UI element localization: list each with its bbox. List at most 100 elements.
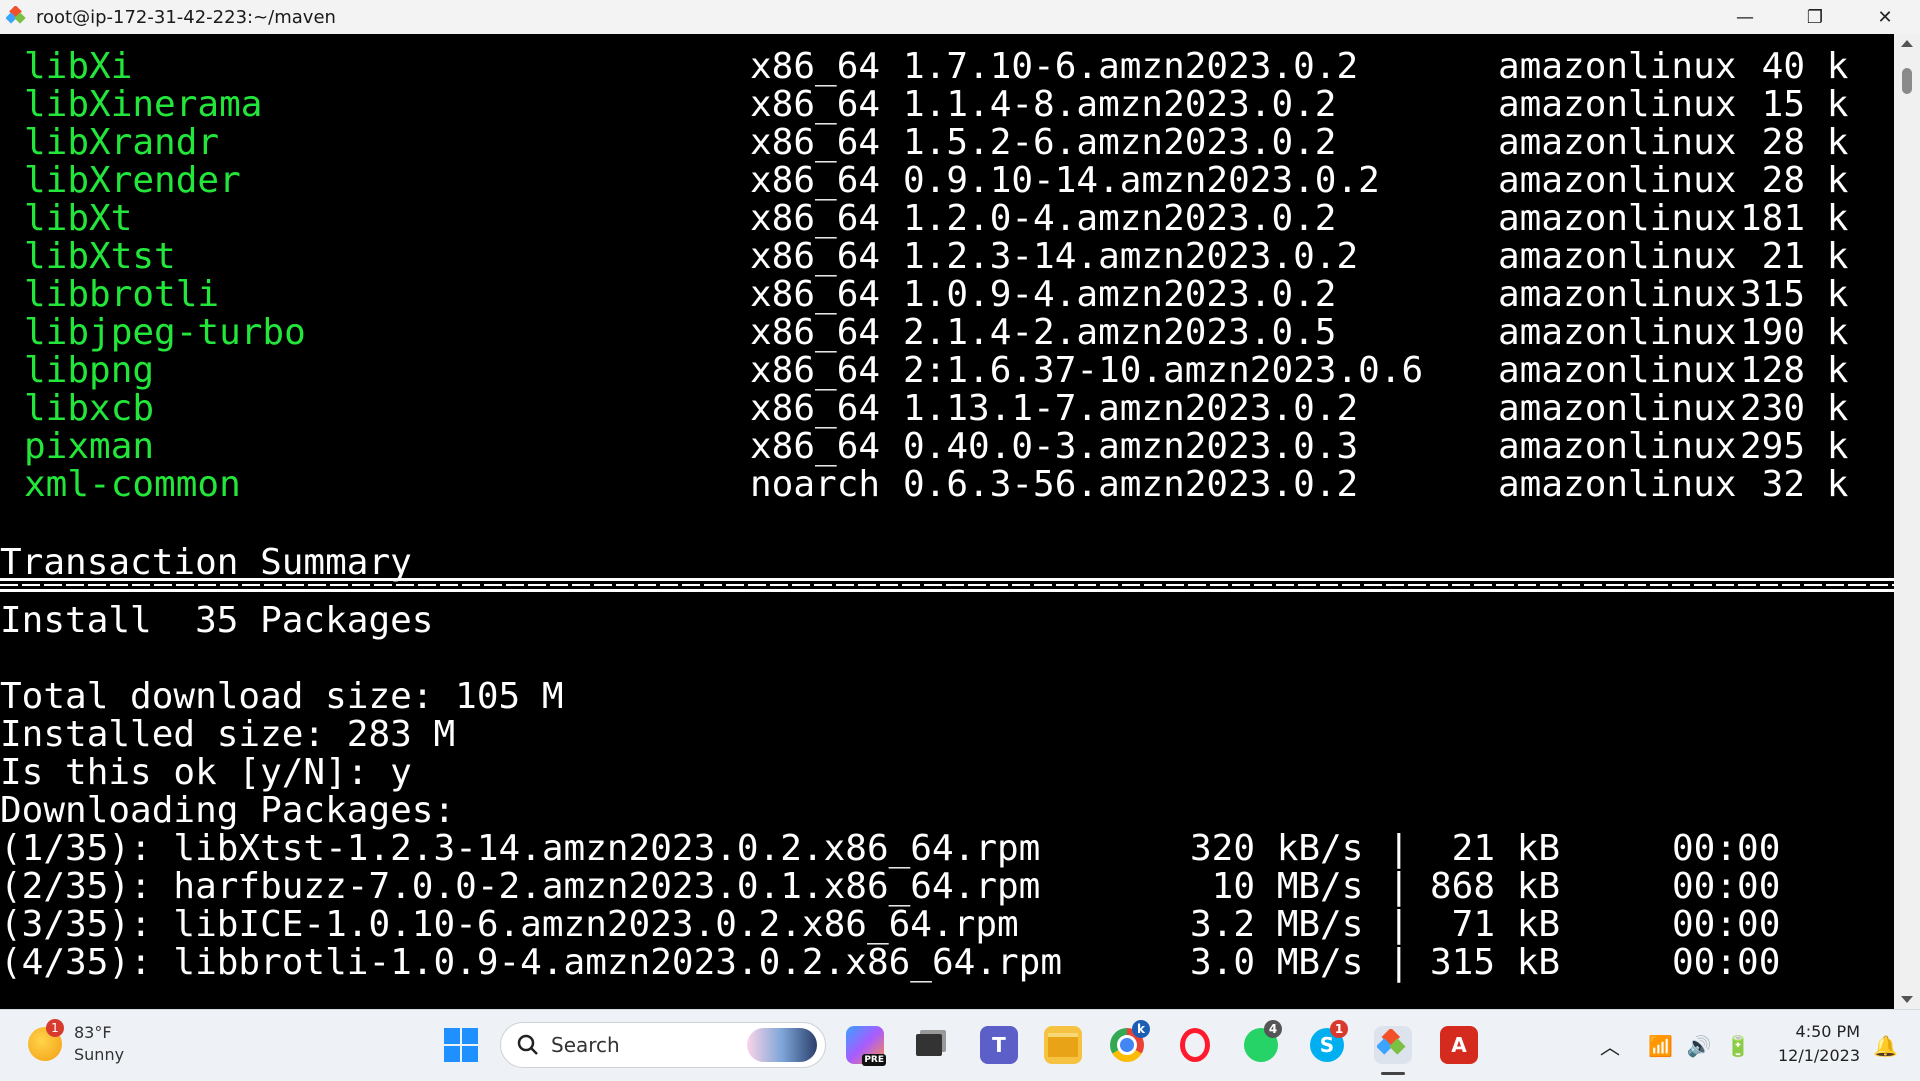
download-divider: |: [1388, 904, 1410, 945]
package-repo: amazonlinux: [1498, 198, 1737, 239]
download-time: 00:00: [1672, 904, 1781, 945]
title-bar: root@ip-172-31-42-223:~/maven — ❐ ✕: [0, 0, 1920, 34]
package-arch: x86_64: [750, 388, 881, 429]
package-name: xml-common: [24, 464, 241, 505]
package-arch: x86_64: [750, 236, 881, 277]
git-bash-taskbar-icon[interactable]: [1374, 1026, 1412, 1064]
package-version: 0.6.3-56.amzn2023.0.2: [903, 464, 1359, 505]
download-size: 868 kB: [1430, 866, 1561, 907]
volume-icon[interactable]: 🔊: [1687, 1034, 1712, 1058]
window-title: root@ip-172-31-42-223:~/maven: [36, 6, 336, 28]
teams-icon[interactable]: T: [980, 1026, 1018, 1064]
task-view-icon[interactable]: [910, 1026, 948, 1064]
restore-button[interactable]: ❐: [1780, 0, 1850, 34]
package-version: 0.9.10-14.amzn2023.0.2: [903, 160, 1380, 201]
package-repo: amazonlinux: [1498, 46, 1737, 87]
copilot-icon[interactable]: PRE: [846, 1026, 886, 1066]
package-repo: amazonlinux: [1498, 274, 1737, 315]
package-version: 0.40.0-3.amzn2023.0.3: [903, 426, 1359, 467]
package-name: libxcb: [24, 388, 155, 429]
package-row: libpng x86_64 2:1.6.37-10.amzn2023.0.6 amaz…: [0, 352, 1894, 390]
package-version: 1.0.9-4.amzn2023.0.2: [903, 274, 1337, 315]
skype-icon[interactable]: S 1: [1308, 1020, 1348, 1064]
total-download-line: Total download size: 105 M: [0, 676, 564, 717]
package-name: libXtst: [24, 236, 176, 277]
package-arch: x86_64: [750, 312, 881, 353]
package-row: libXrandr x86_64 1.5.2-6.amzn2023.0.2 amazo…: [0, 124, 1894, 162]
package-repo: amazonlinux: [1498, 236, 1737, 277]
package-row: libXt x86_64 1.2.0-4.amzn2023.0.2 amazonlin…: [0, 200, 1894, 238]
package-name: libXi: [24, 46, 133, 87]
package-size: 40 k: [1740, 46, 1849, 87]
download-file: (4/35): libbrotli-1.0.9-4.amzn2023.0.2.x…: [0, 942, 1063, 983]
opera-icon[interactable]: [1176, 1026, 1214, 1064]
package-repo: amazonlinux: [1498, 312, 1737, 353]
minimize-button[interactable]: —: [1710, 0, 1780, 34]
package-name: libXinerama: [24, 84, 263, 125]
package-arch: x86_64: [750, 84, 881, 125]
terminal-output[interactable]: libXi x86_64 1.7.10-6.amzn2023.0.2 amazonli…: [0, 34, 1894, 1009]
downloading-line: Downloading Packages:: [0, 790, 456, 831]
separator-line: [0, 578, 1894, 592]
package-repo: amazonlinux: [1498, 426, 1737, 467]
scroll-thumb[interactable]: [1902, 68, 1912, 94]
package-name: libXt: [24, 198, 133, 239]
close-button[interactable]: ✕: [1850, 0, 1920, 34]
wifi-icon[interactable]: 📶: [1648, 1034, 1673, 1058]
windows-start-icon[interactable]: [442, 1026, 480, 1064]
package-row: libXtst x86_64 1.2.3-14.amzn2023.0.2 amazon…: [0, 238, 1894, 276]
notification-bell-icon[interactable]: 🔔: [1873, 1034, 1898, 1058]
clock-time: 4:50 PM: [1795, 1022, 1860, 1041]
package-row: libXinerama x86_64 1.1.4-8.amzn2023.0.2 ama…: [0, 86, 1894, 124]
download-size: 71 kB: [1430, 904, 1561, 945]
package-repo: amazonlinux: [1498, 84, 1737, 125]
download-file: (1/35): libXtst-1.2.3-14.amzn2023.0.2.x8…: [0, 828, 1041, 869]
package-size: 15 k: [1740, 84, 1849, 125]
installed-size-line: Installed size: 283 M: [0, 714, 456, 755]
scroll-down-arrow-icon[interactable]: [1901, 996, 1913, 1003]
package-name: libbrotli: [24, 274, 220, 315]
download-row: (4/35): libbrotli-1.0.9-4.amzn2023.0.2.x…: [0, 944, 1894, 982]
scroll-up-arrow-icon[interactable]: [1901, 40, 1913, 47]
download-size: 315 kB: [1430, 942, 1561, 983]
package-size: 128 k: [1740, 350, 1849, 391]
weather-temp: 83°F: [74, 1023, 112, 1042]
package-size: 28 k: [1740, 160, 1849, 201]
skype-badge: 1: [1330, 1020, 1348, 1038]
terminal-scrollbar[interactable]: [1894, 34, 1920, 1009]
taskbar: 1 83°F Sunny Search PRE T k 4 S 1 A ︿ 📶 …: [0, 1009, 1920, 1081]
search-placeholder: Search: [551, 1033, 620, 1057]
package-size: 295 k: [1740, 426, 1849, 467]
weather-widget[interactable]: 1 83°F Sunny: [28, 1019, 125, 1066]
download-rate: 3.2 MB/s: [1190, 904, 1364, 945]
download-divider: |: [1388, 942, 1410, 983]
weather-condition: Sunny: [74, 1045, 125, 1064]
package-repo: amazonlinux: [1498, 122, 1737, 163]
chrome-icon[interactable]: k: [1108, 1020, 1150, 1064]
package-row: pixman x86_64 0.40.0-3.amzn2023.0.3 amazonl…: [0, 428, 1894, 466]
package-arch: x86_64: [750, 46, 881, 87]
whatsapp-icon[interactable]: 4: [1242, 1020, 1282, 1064]
download-time: 00:00: [1672, 828, 1781, 869]
chevron-up-icon[interactable]: ︿: [1600, 1031, 1620, 1060]
sun-icon: 1: [28, 1019, 64, 1061]
download-rate: 10 MB/s: [1190, 866, 1364, 907]
clock[interactable]: 4:50 PM 12/1/2023: [1778, 1020, 1860, 1068]
taskbar-search[interactable]: Search: [500, 1022, 826, 1068]
weather-badge: 1: [46, 1019, 64, 1037]
package-arch: x86_64: [750, 426, 881, 467]
chrome-profile-badge: k: [1132, 1020, 1150, 1038]
package-arch: x86_64: [750, 160, 881, 201]
file-explorer-icon[interactable]: [1044, 1026, 1082, 1064]
install-line: Install 35 Packages: [0, 600, 434, 641]
download-rate: 3.0 MB/s: [1190, 942, 1364, 983]
battery-icon[interactable]: 🔋: [1726, 1034, 1751, 1058]
summary-heading: Transaction Summary: [0, 542, 412, 583]
package-size: 32 k: [1740, 464, 1849, 505]
package-row: libXrender x86_64 0.9.10-14.amzn2023.0.2 am…: [0, 162, 1894, 200]
copilot-pre-label: PRE: [862, 1054, 886, 1066]
download-file: (3/35): libICE-1.0.10-6.amzn2023.0.2.x86…: [0, 904, 1019, 945]
download-row: (1/35): libXtst-1.2.3-14.amzn2023.0.2.x8…: [0, 830, 1894, 868]
package-size: 230 k: [1740, 388, 1849, 429]
acrobat-icon[interactable]: A: [1440, 1026, 1478, 1064]
